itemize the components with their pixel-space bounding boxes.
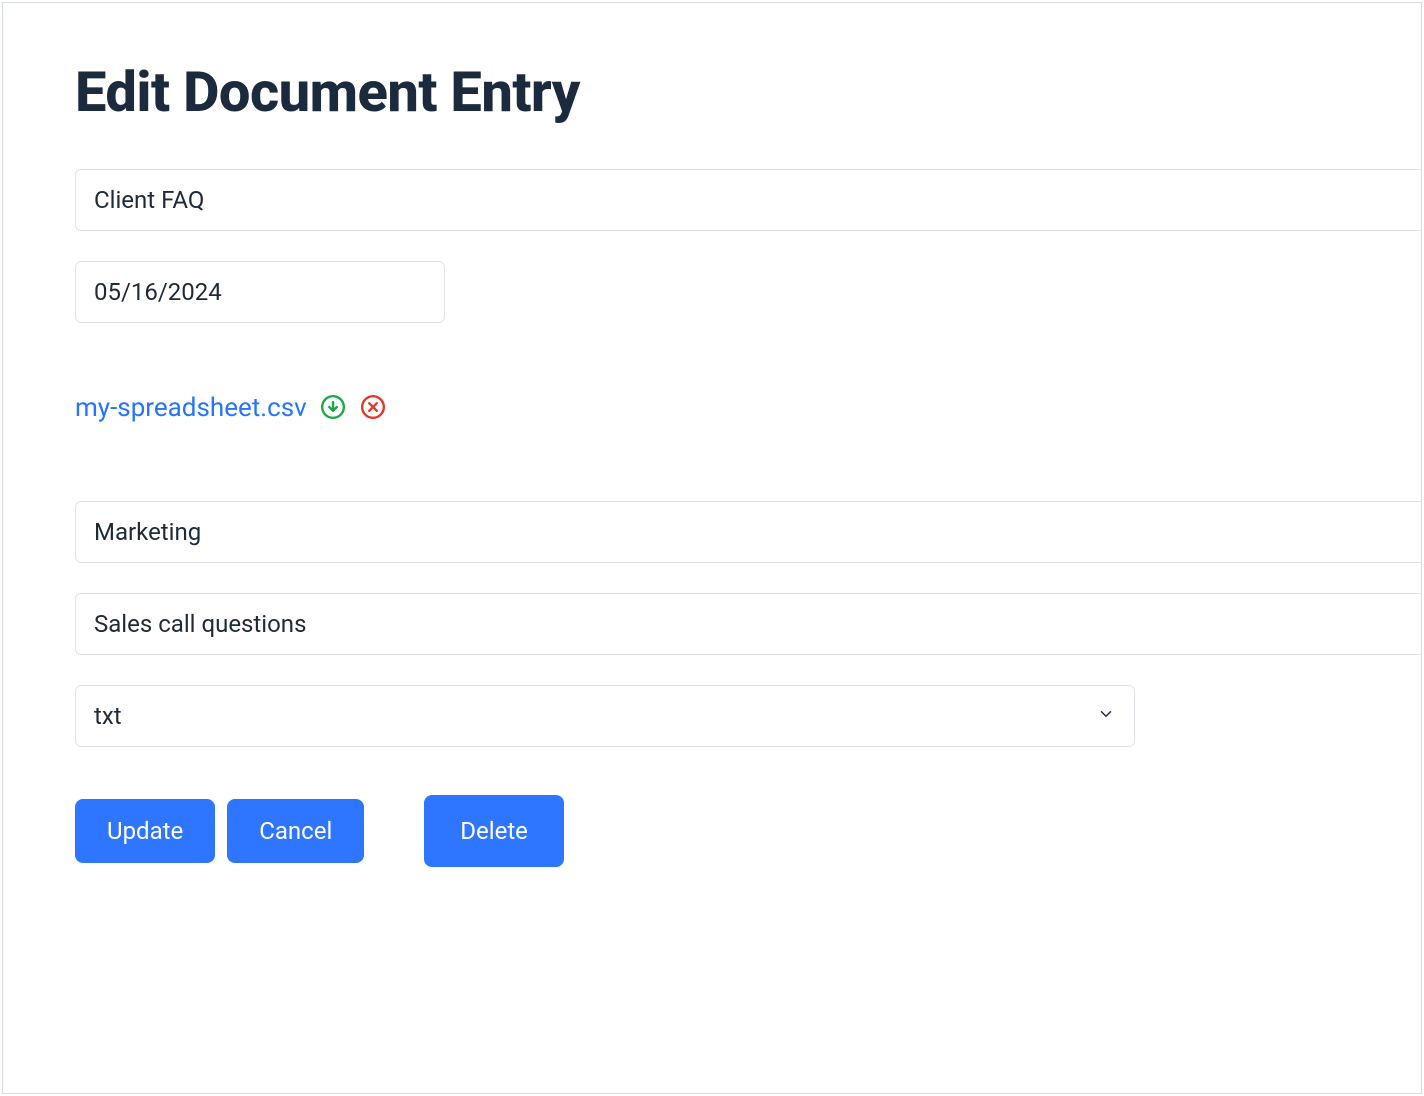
date-input[interactable] <box>75 261 445 323</box>
category-input[interactable] <box>75 501 1421 563</box>
update-button[interactable]: Update <box>75 799 215 863</box>
format-select[interactable]: txt <box>75 685 1135 747</box>
page-title: Edit Document Entry <box>75 59 1421 125</box>
form-container: Edit Document Entry my-spreadsheet.csv <box>2 2 1422 1094</box>
title-field-row <box>75 169 1421 231</box>
description-input[interactable] <box>75 593 1421 655</box>
format-field-row: txt <box>75 685 1135 747</box>
button-row: Update Cancel Delete <box>75 795 1421 867</box>
attachment-row: my-spreadsheet.csv <box>75 393 1421 423</box>
cancel-button[interactable]: Cancel <box>227 799 364 863</box>
remove-circle-icon <box>360 394 386 423</box>
delete-button[interactable]: Delete <box>424 795 564 867</box>
remove-attachment-button[interactable] <box>359 394 387 422</box>
description-field-row <box>75 593 1421 655</box>
download-circle-icon <box>320 394 346 423</box>
date-field-row <box>75 261 1421 323</box>
category-field-row <box>75 501 1421 563</box>
attachment-link[interactable]: my-spreadsheet.csv <box>75 393 307 423</box>
download-attachment-button[interactable] <box>319 394 347 422</box>
title-input[interactable] <box>75 169 1421 231</box>
